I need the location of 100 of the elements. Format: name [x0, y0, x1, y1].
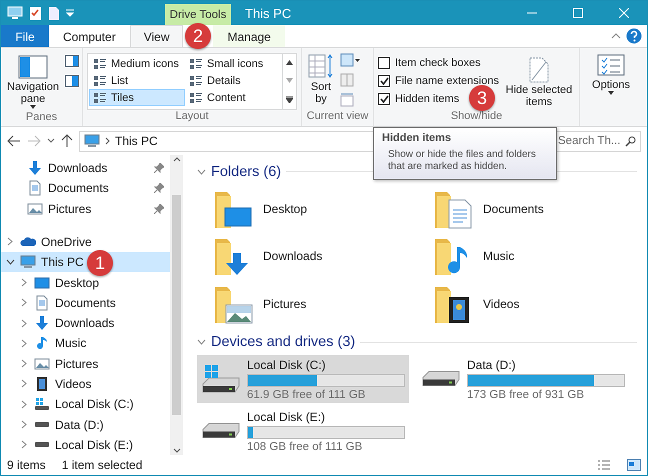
view-layout-icon [93, 92, 107, 104]
status-text: 9 items [7, 458, 46, 472]
monitor-icon [84, 133, 100, 149]
folder-tile[interactable]: Documents [417, 184, 637, 232]
collapse-chevron-icon[interactable] [197, 339, 206, 346]
dropdown-icon[interactable] [66, 9, 74, 17]
layout-option[interactable]: List [89, 72, 185, 89]
drive-tile[interactable]: Data (D:) 173 GB free of 931 GB [417, 355, 629, 403]
window-title: This PC [244, 4, 292, 22]
step-number-badge: 1 [87, 250, 113, 276]
more-options-icon[interactable] [286, 96, 293, 103]
folder-tile[interactable]: Desktop [197, 184, 417, 232]
collapse-chevron-icon[interactable] [197, 168, 206, 175]
collapsed-chevron-icon [7, 237, 13, 246]
film-icon [34, 376, 50, 392]
ribbon-tab[interactable]: Manage [213, 25, 285, 47]
scroll-up-icon[interactable] [286, 60, 293, 66]
folder-tile[interactable]: Downloads [197, 232, 417, 280]
picture-icon [27, 200, 43, 217]
layout-option[interactable]: Details [185, 72, 281, 89]
hide-selected-items-button[interactable]: Hide selected items [502, 54, 575, 110]
layout-option[interactable]: Tiles [89, 89, 185, 106]
folder-tile[interactable]: Videos [417, 280, 637, 328]
group-by-icon[interactable] [340, 53, 360, 67]
scroll-up-icon[interactable] [172, 157, 181, 162]
collapsed-chevron-icon [21, 298, 27, 308]
drive-icon [34, 441, 50, 448]
status-text: 1 item selected [62, 458, 142, 472]
drive-tile[interactable]: Local Disk (E:) 108 GB free of 111 GB [197, 407, 409, 455]
scroll-down-icon[interactable] [172, 448, 181, 453]
recent-dropdown-icon[interactable] [47, 138, 55, 144]
nav-item[interactable]: Data (D:) [1, 414, 170, 435]
computer-icon[interactable] [7, 6, 23, 20]
nav-item[interactable]: Downloads [1, 158, 170, 178]
view-layout-icon [189, 74, 203, 86]
download-arrow-icon [34, 315, 50, 332]
nav-item[interactable]: Documents [1, 292, 170, 313]
monitor-icon [20, 254, 36, 270]
collapsed-chevron-icon [21, 338, 27, 348]
drive-tile[interactable]: Local Disk (C:) 61.9 GB free of 111 GB [197, 355, 409, 403]
details-pane-icon[interactable] [64, 75, 79, 87]
nav-item[interactable]: OneDrive [1, 232, 170, 252]
document-icon [27, 180, 43, 196]
close-icon[interactable] [619, 8, 629, 18]
minimize-icon[interactable] [527, 12, 537, 14]
layout-option[interactable]: Small icons [185, 55, 281, 72]
nav-item[interactable]: Documents [1, 178, 170, 199]
details-view-icon[interactable] [597, 459, 611, 471]
collapsed-chevron-icon [21, 420, 27, 430]
options-button[interactable]: Options [584, 51, 638, 126]
nav-item[interactable]: Pictures [1, 354, 170, 374]
forward-arrow-icon[interactable] [27, 135, 41, 147]
nav-item[interactable]: Music [1, 333, 170, 354]
view-layout-icon [189, 92, 203, 104]
drive-icon [421, 370, 461, 388]
navigation-pane-button[interactable]: Navigation pane [5, 51, 61, 111]
download-arrow-icon [27, 160, 43, 176]
document-icon [34, 294, 50, 311]
nav-item[interactable]: Videos [1, 374, 170, 394]
scrollbar[interactable] [170, 155, 183, 455]
sort-by-button[interactable]: Sort by [306, 51, 336, 110]
nav-item[interactable]: Local Disk (C:) [1, 394, 170, 414]
group-label: Show/hide [450, 110, 504, 124]
caret-icon [30, 105, 36, 109]
view-layout-icon [93, 74, 107, 86]
context-tab-label: Drive Tools [165, 4, 231, 25]
checkmark-icon [380, 76, 388, 84]
search-icon [625, 136, 636, 146]
view-layout-icon [93, 58, 107, 70]
drive-name: Local Disk (C:) [247, 358, 327, 372]
expanded-chevron-icon [6, 259, 14, 266]
section-heading: Folders (6) [211, 164, 282, 180]
up-arrow-icon[interactable] [61, 134, 73, 148]
fit-columns-icon[interactable] [340, 93, 354, 107]
preview-pane-icon[interactable] [64, 55, 79, 67]
ribbon-tab[interactable]: File [1, 25, 49, 47]
folder-tile[interactable]: Pictures [197, 280, 417, 328]
checkbox-option[interactable]: Item check boxes [378, 54, 499, 71]
folder-tile[interactable]: Music [417, 232, 637, 280]
group-label: Panes [24, 111, 58, 125]
layout-option[interactable]: Content [185, 89, 281, 106]
group-label: Layout [174, 110, 210, 124]
back-arrow-icon[interactable] [7, 135, 21, 147]
tooltip-title: Hidden items [382, 132, 452, 144]
properties-icon[interactable] [29, 6, 42, 20]
section-heading: Devices and drives (3) [211, 334, 356, 350]
layout-option[interactable]: Medium icons [89, 55, 185, 72]
collapsed-chevron-icon [21, 359, 27, 368]
caret-icon [608, 91, 614, 95]
nav-item[interactable]: Downloads [1, 312, 170, 334]
collapsed-chevron-icon [21, 278, 27, 287]
collapsed-chevron-icon [21, 379, 27, 388]
nav-item[interactable]: Pictures [1, 198, 170, 219]
tiles-view-icon[interactable] [627, 459, 641, 471]
drive-name: Local Disk (E:) [247, 410, 326, 424]
nav-item[interactable]: Local Disk (E:) [1, 434, 170, 456]
free-space-text: 108 GB free of 111 GB [247, 440, 364, 452]
view-layout-icon [189, 58, 203, 70]
ribbon-tab[interactable]: View [130, 25, 184, 47]
maximize-icon[interactable] [573, 8, 583, 18]
